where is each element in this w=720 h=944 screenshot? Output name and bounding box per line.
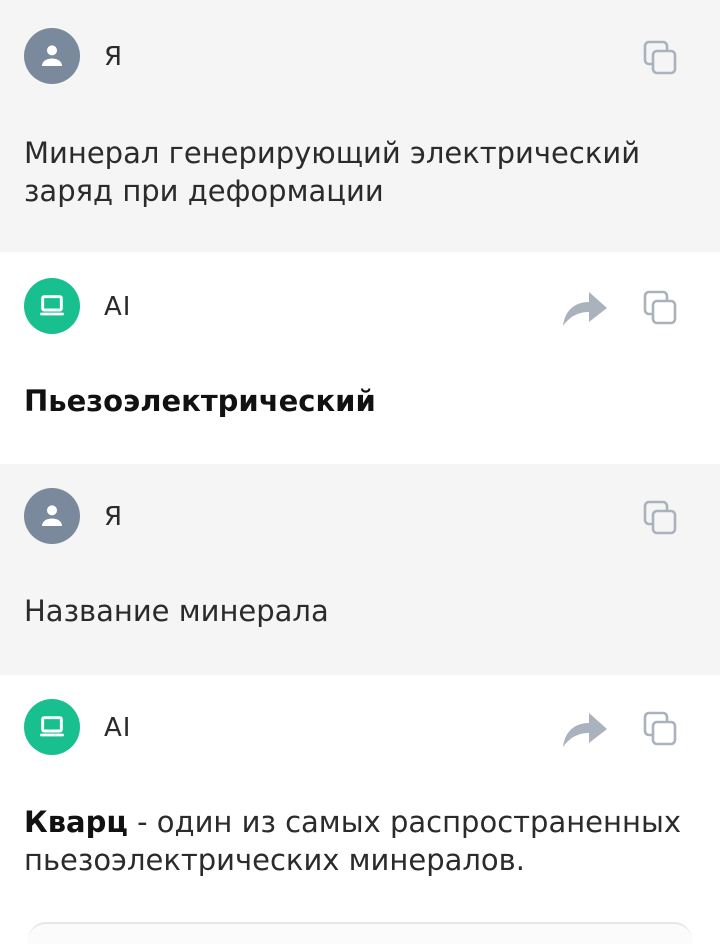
copy-button[interactable] xyxy=(636,34,684,82)
share-arrow-icon xyxy=(563,713,607,747)
bold-answer: Кварц xyxy=(24,805,128,839)
message-text: Кварц - один из самых распространенных п… xyxy=(24,803,684,879)
sender-name: AI xyxy=(104,713,132,743)
message-ai: AI Кварц - один из самых распространенны… xyxy=(0,675,720,927)
bold-answer: Пьезоэлектрический xyxy=(24,384,376,418)
person-icon xyxy=(42,45,62,66)
laptop-icon xyxy=(40,716,64,737)
message-text: Минерал генерирующий электрический заряд… xyxy=(24,136,641,208)
copy-icon xyxy=(643,500,677,535)
ai-avatar xyxy=(24,278,80,334)
person-icon xyxy=(42,505,62,526)
share-button[interactable] xyxy=(556,284,612,332)
message-text: Название минерала xyxy=(24,594,329,628)
copy-button[interactable] xyxy=(636,494,684,542)
user-avatar xyxy=(24,28,80,84)
sender-name: AI xyxy=(104,292,132,322)
copy-button[interactable] xyxy=(636,284,684,332)
copy-icon xyxy=(643,290,677,325)
share-button[interactable] xyxy=(556,705,612,753)
copy-icon xyxy=(643,711,677,746)
input-bar-edge xyxy=(28,922,692,944)
sender-name: Я xyxy=(104,42,124,72)
sender-name: Я xyxy=(104,502,124,532)
copy-button[interactable] xyxy=(636,705,684,753)
user-avatar xyxy=(24,488,80,544)
message-ai: AI Пьезоэлектрический xyxy=(0,252,720,464)
copy-icon xyxy=(643,40,677,75)
message-user: Я Название минерала xyxy=(0,464,720,675)
message-user: Я Минерал генерирующий электрический зар… xyxy=(0,0,720,252)
laptop-icon xyxy=(40,295,64,316)
share-arrow-icon xyxy=(563,292,607,326)
ai-avatar xyxy=(24,699,80,755)
message-text: Пьезоэлектрический xyxy=(24,382,684,420)
